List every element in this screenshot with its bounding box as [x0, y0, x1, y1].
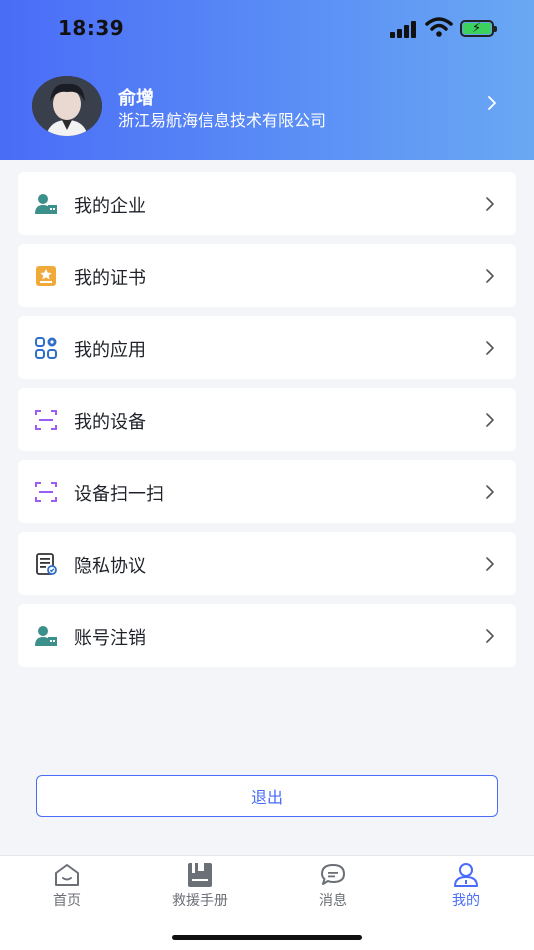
user-icon — [454, 863, 478, 887]
scan-frame-icon — [35, 410, 57, 430]
tab-label: 首页 — [53, 893, 81, 909]
chevron-right-icon — [486, 197, 494, 211]
menu-item-delete-account[interactable]: 账号注销 — [18, 604, 516, 667]
profile-header: 18:39 ⚡ 俞增 浙江易航海信息技术有限公司 — [0, 0, 534, 160]
user-company: 浙江易航海信息技术有限公司 — [118, 111, 327, 130]
chevron-right-icon — [486, 485, 494, 499]
menu-item-devices[interactable]: 我的设备 — [18, 388, 516, 451]
menu-label: 我的企业 — [74, 196, 146, 217]
menu-label: 我的应用 — [74, 340, 146, 361]
profile-card[interactable]: 俞增 浙江易航海信息技术有限公司 — [0, 70, 534, 142]
menu-label: 设备扫一扫 — [74, 484, 164, 505]
chevron-right-icon — [486, 341, 494, 355]
status-bar: 18:39 ⚡ — [0, 0, 534, 58]
tab-messages[interactable]: 消息 — [288, 862, 378, 912]
apps-icon — [35, 337, 57, 359]
chevron-right-icon — [488, 96, 496, 110]
certificate-icon — [36, 266, 56, 286]
user-building-icon — [35, 626, 57, 646]
tab-label: 救援手册 — [172, 893, 228, 909]
menu-list: 我的企业 我的证书 我的应用 我的设备 设备扫一扫 隐私协议 账号注销 — [18, 172, 516, 676]
tab-rescue-manual[interactable]: 救援手册 — [155, 862, 245, 912]
home-indicator — [172, 935, 362, 940]
status-time: 18:39 — [58, 16, 125, 40]
menu-item-privacy[interactable]: 隐私协议 — [18, 532, 516, 595]
manual-icon — [188, 863, 212, 887]
menu-label: 账号注销 — [74, 628, 146, 649]
message-icon — [321, 864, 345, 885]
menu-item-scan-device[interactable]: 设备扫一扫 — [18, 460, 516, 523]
chevron-right-icon — [486, 413, 494, 427]
avatar[interactable] — [32, 76, 102, 136]
menu-item-apps[interactable]: 我的应用 — [18, 316, 516, 379]
menu-item-certificate[interactable]: 我的证书 — [18, 244, 516, 307]
menu-label: 我的证书 — [74, 268, 146, 289]
wifi-icon — [425, 17, 453, 37]
tab-label: 我的 — [452, 893, 480, 909]
signal-icon — [390, 20, 418, 38]
user-building-icon — [35, 194, 57, 214]
tab-home[interactable]: 首页 — [22, 862, 112, 912]
document-icon — [36, 553, 57, 575]
tab-label: 消息 — [319, 893, 347, 909]
logout-button[interactable]: 退出 — [36, 775, 498, 817]
menu-label: 我的设备 — [74, 412, 146, 433]
battery-icon: ⚡ — [460, 20, 497, 37]
scan-frame-icon — [35, 482, 57, 502]
tab-mine[interactable]: 我的 — [421, 862, 511, 912]
menu-item-enterprise[interactable]: 我的企业 — [18, 172, 516, 235]
chevron-right-icon — [486, 557, 494, 571]
home-icon — [55, 864, 79, 886]
chevron-right-icon — [486, 629, 494, 643]
menu-label: 隐私协议 — [74, 556, 146, 577]
chevron-right-icon — [486, 269, 494, 283]
